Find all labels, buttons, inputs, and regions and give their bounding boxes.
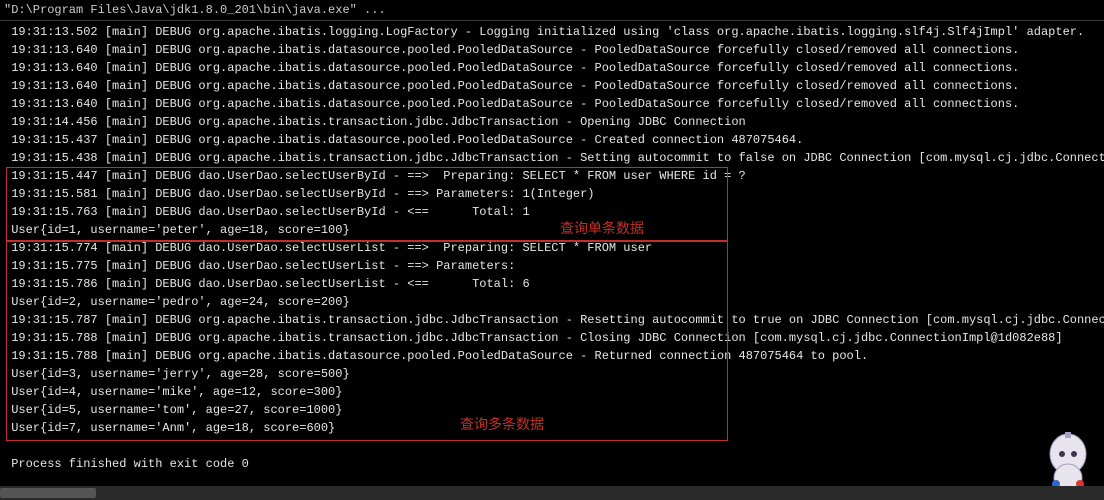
log-line: User{id=2, username='pedro', age=24, sco… bbox=[4, 293, 1104, 311]
log-line: User{id=4, username='mike', age=12, scor… bbox=[4, 383, 1104, 401]
log-line: Process finished with exit code 0 bbox=[4, 455, 1104, 473]
log-line: 19:31:13.640 [main] DEBUG org.apache.iba… bbox=[4, 59, 1104, 77]
console-output[interactable]: 19:31:13.502 [main] DEBUG org.apache.iba… bbox=[0, 21, 1104, 473]
log-line: 19:31:15.581 [main] DEBUG dao.UserDao.se… bbox=[4, 185, 1104, 203]
horizontal-scrollbar[interactable] bbox=[0, 486, 1104, 500]
log-line: 19:31:15.788 [main] DEBUG org.apache.iba… bbox=[4, 329, 1104, 347]
log-line: User{id=5, username='tom', age=27, score… bbox=[4, 401, 1104, 419]
log-line: 19:31:15.763 [main] DEBUG dao.UserDao.se… bbox=[4, 203, 1104, 221]
log-line: 19:31:13.640 [main] DEBUG org.apache.iba… bbox=[4, 77, 1104, 95]
log-line: 19:31:13.502 [main] DEBUG org.apache.iba… bbox=[4, 23, 1104, 41]
log-line: 19:31:15.447 [main] DEBUG dao.UserDao.se… bbox=[4, 167, 1104, 185]
console-titlebar: "D:\Program Files\Java\jdk1.8.0_201\bin\… bbox=[0, 0, 1104, 21]
log-line: 19:31:15.786 [main] DEBUG dao.UserDao.se… bbox=[4, 275, 1104, 293]
log-line: 19:31:13.640 [main] DEBUG org.apache.iba… bbox=[4, 41, 1104, 59]
scrollbar-thumb[interactable] bbox=[0, 488, 96, 498]
log-line: User{id=7, username='Anm', age=18, score… bbox=[4, 419, 1104, 437]
log-line: 19:31:13.640 [main] DEBUG org.apache.iba… bbox=[4, 95, 1104, 113]
log-line: 19:31:15.437 [main] DEBUG org.apache.iba… bbox=[4, 131, 1104, 149]
log-line: 19:31:15.774 [main] DEBUG dao.UserDao.se… bbox=[4, 239, 1104, 257]
log-line bbox=[4, 437, 1104, 455]
log-line: 19:31:14.456 [main] DEBUG org.apache.iba… bbox=[4, 113, 1104, 131]
log-line: User{id=1, username='peter', age=18, sco… bbox=[4, 221, 1104, 239]
log-line: 19:31:15.787 [main] DEBUG org.apache.iba… bbox=[4, 311, 1104, 329]
log-line: 19:31:15.775 [main] DEBUG dao.UserDao.se… bbox=[4, 257, 1104, 275]
console-window: "D:\Program Files\Java\jdk1.8.0_201\bin\… bbox=[0, 0, 1104, 500]
log-line: 19:31:15.438 [main] DEBUG org.apache.iba… bbox=[4, 149, 1104, 167]
log-line: User{id=3, username='jerry', age=28, sco… bbox=[4, 365, 1104, 383]
log-line: 19:31:15.788 [main] DEBUG org.apache.iba… bbox=[4, 347, 1104, 365]
